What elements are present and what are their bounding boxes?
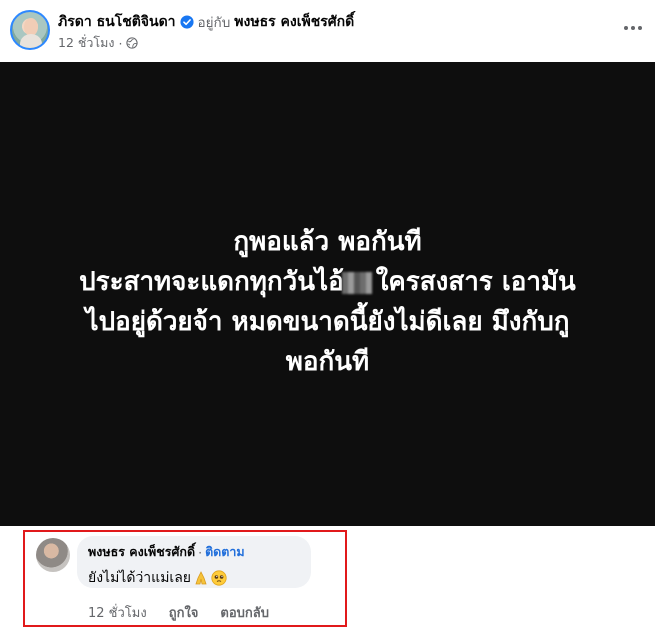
comment-separator: · (198, 544, 203, 560)
post-header: ภิรดา ธนโชติจินดา อยู่กับ พงษธร คงเพ็ชรศ… (0, 0, 655, 62)
post-meta: 12 ชั่วโมง · (58, 33, 139, 53)
follow-link[interactable]: ติดตาม (205, 542, 245, 562)
post-text-line-3: ไปอยู่ด้วยจ้า หมดขนาดนี้ยังไม่ดีเลย มึงก… (85, 307, 570, 337)
pleading-face-emoji-icon (211, 570, 227, 586)
post-image[interactable]: กูพอแล้ว พอกันที ประสาทจะแดกทุกวันไอ้ ใคร… (0, 62, 655, 526)
post-text-line-2a: ประสาทจะแดกทุกวันไอ้ (79, 267, 344, 297)
post-timestamp[interactable]: 12 ชั่วโมง (58, 33, 114, 53)
comment-author-name[interactable]: พงษธร คงเพ็ชรศักดิ์ (88, 542, 195, 562)
globe-icon[interactable] (126, 37, 139, 49)
post-author-line: ภิรดา ธนโชติจินดา อยู่กับ พงษธร คงเพ็ชรศ… (58, 11, 354, 33)
comment-text: ยังไม่ได้ว่าแม่เลย (88, 570, 191, 586)
like-button[interactable]: ถูกใจ (169, 602, 199, 623)
comment-text-line: ยังไม่ได้ว่าแม่เลย (88, 567, 300, 589)
verified-badge-icon (179, 15, 194, 29)
comment-time[interactable]: 12 ชั่วโมง (88, 602, 147, 623)
censored-word-blur (341, 271, 372, 294)
with-label: อยู่กับ (197, 15, 231, 31)
post-author-name[interactable]: ภิรดา ธนโชติจินดา (58, 11, 176, 33)
post-text-line-2: ประสาทจะแดกทุกวันไอ้ ใครสงสาร เอามัน (0, 262, 655, 302)
post-text-line-4: พอกันที (285, 347, 370, 377)
reply-button[interactable]: ตอบกลับ (220, 602, 269, 623)
post-text-line-2b: ใครสงสาร เอามัน (375, 267, 576, 297)
author-avatar[interactable] (10, 10, 50, 50)
tagged-person-name[interactable]: พงษธร คงเพ็ชรศักดิ์ (234, 11, 354, 33)
praying-hands-emoji-icon (195, 571, 207, 585)
comment-section: พงษธร คงเพ็ชรศักดิ์ · ติดตาม ยังไม่ได้ว่… (0, 526, 655, 631)
comment-actions: 12 ชั่วโมง ถูกใจ ตอบกลับ (88, 602, 269, 623)
post-image-text: กูพอแล้ว พอกันที ประสาทจะแดกทุกวันไอ้ ใคร… (0, 222, 655, 382)
commenter-avatar[interactable] (36, 538, 70, 572)
meta-dot: · (118, 35, 123, 51)
more-options-icon[interactable] (621, 18, 645, 38)
comment-bubble: พงษธร คงเพ็ชรศักดิ์ · ติดตาม ยังไม่ได้ว่… (77, 536, 311, 588)
post-text-line-1: กูพอแล้ว พอกันที (233, 227, 422, 257)
comment-author-line: พงษธร คงเพ็ชรศักดิ์ · ติดตาม (88, 542, 300, 562)
